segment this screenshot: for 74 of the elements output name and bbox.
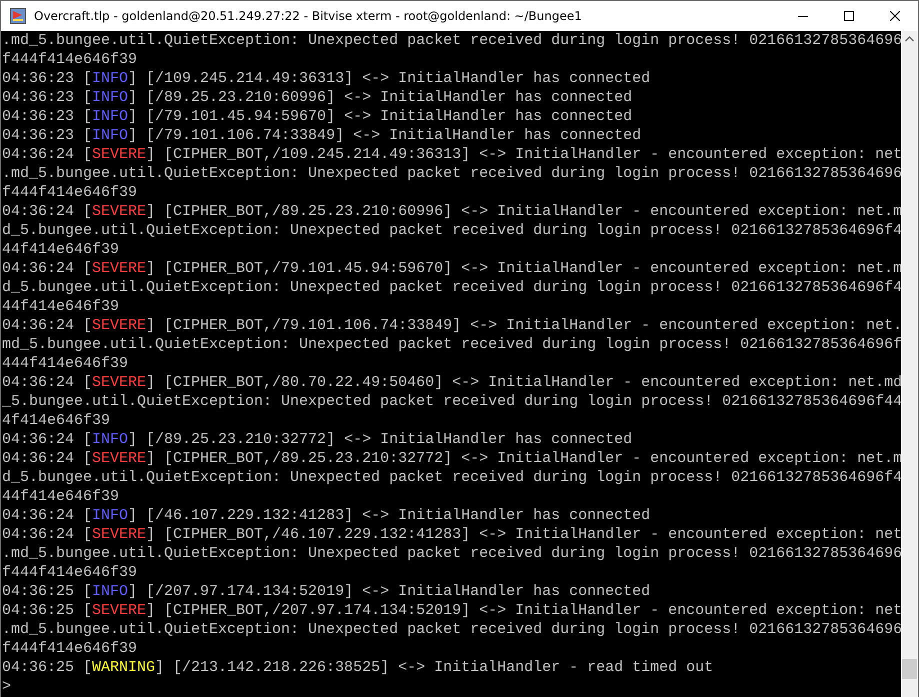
terminal-text: ] [/207.97.174.134:52019] <-> InitialHandler has connected bbox=[128, 583, 650, 600]
log-level: INFO bbox=[92, 431, 128, 448]
terminal-text: 04:36:24 [ bbox=[2, 450, 92, 467]
close-icon[interactable] bbox=[890, 11, 900, 21]
terminal-text: 04:36:25 [ bbox=[2, 583, 92, 600]
log-level: INFO bbox=[92, 507, 128, 524]
scroll-thumb[interactable] bbox=[902, 659, 917, 679]
log-level: INFO bbox=[92, 108, 128, 125]
window-title: Overcraft.tlp - goldenland@20.51.249.27:22 - Bitvise xterm - root@goldenland: ~/Bungee1 bbox=[34, 9, 583, 23]
terminal-text: ] [/89.25.23.210:32772] <-> InitialHandler has connected bbox=[128, 431, 632, 448]
terminal-text: 444f414e646f39 bbox=[2, 355, 128, 372]
log-level: SEVERE bbox=[92, 526, 146, 543]
terminal-text: .md_5.bungee.util.QuietException: Unexpected packet received during login process! 02166132785364696 bbox=[2, 545, 901, 562]
scroll-up-icon[interactable] bbox=[905, 36, 914, 42]
log-level: SEVERE bbox=[92, 203, 146, 220]
log-level: INFO bbox=[92, 127, 128, 144]
log-level: SEVERE bbox=[92, 317, 146, 334]
terminal-text: 04:36:23 [ bbox=[2, 108, 92, 125]
terminal-text: 44f414e646f39 bbox=[2, 241, 120, 258]
terminal-text: ] [/213.142.218.226:38525] <-> InitialHandler - read timed out bbox=[155, 659, 714, 676]
terminal-text: 04:36:24 [ bbox=[2, 526, 92, 543]
terminal-text: 44f414e646f39 bbox=[2, 298, 120, 315]
terminal-text: 04:36:23 [ bbox=[2, 70, 92, 87]
terminal-text: .md_5.bungee.util.QuietException: Unexpected packet received during login process! 02166132785364696 bbox=[2, 165, 901, 182]
log-level: SEVERE bbox=[92, 260, 146, 277]
terminal-text: 04:36:25 [ bbox=[2, 602, 92, 619]
terminal-text: 4f414e646f39 bbox=[2, 412, 110, 429]
terminal-text: > bbox=[2, 678, 12, 695]
terminal-text: 04:36:24 [ bbox=[2, 203, 92, 220]
log-level: INFO bbox=[92, 89, 128, 106]
terminal-text: f444f414e646f39 bbox=[2, 51, 138, 68]
log-level: SEVERE bbox=[92, 374, 146, 391]
log-level: SEVERE bbox=[92, 146, 146, 163]
terminal-text: ] [CIPHER_BOT,/109.245.214.49:36313] <-> InitialHandler - encountered exception: net bbox=[146, 146, 901, 163]
log-level: SEVERE bbox=[92, 450, 146, 467]
terminal-text: ] [/89.25.23.210:60996] <-> InitialHandler has connected bbox=[128, 89, 632, 106]
terminal-text: .md_5.bungee.util.QuietException: Unexpected packet received during login process! 02166132785364696 bbox=[2, 32, 901, 49]
terminal-text: ] [CIPHER_BOT,/79.101.45.94:59670] <-> InitialHandler - encountered exception: net.m bbox=[146, 260, 901, 277]
terminal-text: ] [CIPHER_BOT,/89.25.23.210:60996] <-> InitialHandler - encountered exception: net.m bbox=[146, 203, 901, 220]
app-icon bbox=[10, 8, 26, 24]
terminal-text: 04:36:23 [ bbox=[2, 127, 92, 144]
terminal-text: d_5.bungee.util.QuietException: Unexpected packet received during login process! 02166132785364696f4 bbox=[2, 222, 901, 239]
terminal-text: ] [CIPHER_BOT,/89.25.23.210:32772] <-> InitialHandler - encountered exception: net.m bbox=[146, 450, 901, 467]
terminal-text: 04:36:23 [ bbox=[2, 89, 92, 106]
terminal-text: 04:36:24 [ bbox=[2, 507, 92, 524]
log-level: INFO bbox=[92, 583, 128, 600]
log-level: INFO bbox=[92, 70, 128, 87]
terminal-text: ] [/46.107.229.132:41283] <-> InitialHandler has connected bbox=[128, 507, 650, 524]
terminal-text: ] [/79.101.106.74:33849] <-> InitialHandler has connected bbox=[128, 127, 642, 144]
terminal-text: .md_5.bungee.util.QuietException: Unexpected packet received during login process! 02166132785364696 bbox=[2, 621, 901, 638]
terminal-text: ] [CIPHER_BOT,/79.101.106.74:33849] <-> InitialHandler - encountered exception: net. bbox=[146, 317, 901, 334]
terminal-text: 04:36:24 [ bbox=[2, 260, 92, 277]
terminal-text: ] [/109.245.214.49:36313] <-> InitialHandler has connected bbox=[128, 70, 650, 87]
scrollbar[interactable] bbox=[901, 31, 918, 697]
terminal-text: f444f414e646f39 bbox=[2, 640, 138, 657]
terminal-text: 04:36:24 [ bbox=[2, 146, 92, 163]
terminal-text: 04:36:25 [ bbox=[2, 659, 92, 676]
terminal-text: d_5.bungee.util.QuietException: Unexpected packet received during login process! 02166132785364696f4 bbox=[2, 469, 901, 486]
log-level: WARNING bbox=[92, 659, 156, 676]
terminal-text: ] [/79.101.45.94:59670] <-> InitialHandler has connected bbox=[128, 108, 632, 125]
terminal-text: f444f414e646f39 bbox=[2, 184, 138, 201]
log-level: SEVERE bbox=[92, 602, 146, 619]
terminal-text: _5.bungee.util.QuietException: Unexpected packet received during login process! 02166132785364696f44 bbox=[2, 393, 901, 410]
terminal-text: ] [CIPHER_BOT,/80.70.22.49:50460] <-> InitialHandler - encountered exception: net.md bbox=[146, 374, 901, 391]
terminal-text: d_5.bungee.util.QuietException: Unexpected packet received during login process! 02166132785364696f4 bbox=[2, 279, 901, 296]
terminal-text: 04:36:24 [ bbox=[2, 374, 92, 391]
terminal-text: 04:36:24 [ bbox=[2, 431, 92, 448]
terminal-text: md_5.bungee.util.QuietException: Unexpected packet received during login process! 02166132785364696f bbox=[2, 336, 901, 353]
terminal-text: 04:36:24 [ bbox=[2, 317, 92, 334]
terminal-text: ] [CIPHER_BOT,/207.97.174.134:52019] <-> InitialHandler - encountered exception: net bbox=[146, 602, 901, 619]
terminal-text: 44f414e646f39 bbox=[2, 488, 120, 505]
terminal-text: ] [CIPHER_BOT,/46.107.229.132:41283] <-> InitialHandler - encountered exception: net bbox=[146, 526, 901, 543]
terminal-text: f444f414e646f39 bbox=[2, 564, 138, 581]
maximize-icon[interactable] bbox=[844, 11, 854, 21]
